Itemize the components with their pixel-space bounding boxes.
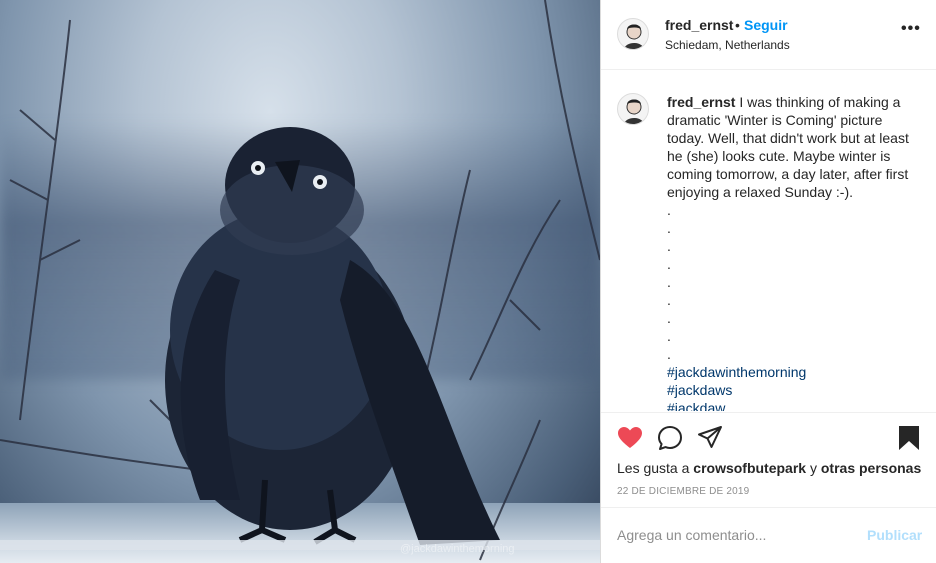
likes-connector: y bbox=[809, 460, 817, 476]
post-caption: fred_ernst I was thinking of making a dr… bbox=[667, 93, 917, 411]
paper-plane-icon[interactable] bbox=[697, 425, 723, 456]
caption-dot: . bbox=[667, 238, 671, 254]
post-date[interactable]: 22 DE DICIEMBRE DE 2019 bbox=[617, 486, 749, 497]
caption-dots: . . . . . . . . . bbox=[667, 201, 917, 363]
separator-dot: • bbox=[735, 17, 740, 33]
post-actions: Les gusta a crowsofbutepark y otras pers… bbox=[601, 412, 936, 507]
jackdaw-bird-illustration bbox=[0, 0, 600, 561]
hashtag-link[interactable]: #jackdawinthemorning bbox=[667, 363, 917, 381]
caption-dot: . bbox=[667, 346, 671, 362]
post-photo[interactable]: @jackdawinthemorning bbox=[0, 0, 600, 563]
add-comment-bar: Publicar bbox=[601, 507, 936, 563]
user-avatar-icon bbox=[624, 24, 644, 49]
photo-watermark: @jackdawinthemorning bbox=[400, 543, 515, 555]
post-author-username[interactable]: fred_ernst bbox=[665, 17, 733, 33]
comments-section[interactable]: fred_ernst I was thinking of making a dr… bbox=[601, 71, 936, 411]
caption-dot: . bbox=[667, 202, 671, 218]
more-options-icon[interactable]: ••• bbox=[901, 20, 921, 38]
user-avatar-icon bbox=[624, 99, 644, 124]
bookmark-filled-icon[interactable] bbox=[897, 425, 921, 456]
other-likers-link[interactable]: otras personas bbox=[821, 460, 921, 476]
avatar[interactable] bbox=[617, 93, 649, 125]
likes-prefix: Les gusta a bbox=[617, 460, 690, 476]
publish-button[interactable]: Publicar bbox=[867, 527, 922, 543]
follow-button[interactable]: Seguir bbox=[744, 17, 788, 33]
hashtag-link[interactable]: #jackdaw bbox=[667, 399, 917, 411]
avatar[interactable] bbox=[617, 18, 649, 50]
caption-dot: . bbox=[667, 328, 671, 344]
comment-icon[interactable] bbox=[657, 425, 683, 456]
hashtag-link[interactable]: #jackdaws bbox=[667, 381, 917, 399]
caption-dot: . bbox=[667, 310, 671, 326]
heart-filled-icon[interactable] bbox=[617, 426, 643, 455]
post-side-panel: fred_ernst • Seguir Schiedam, Netherland… bbox=[600, 0, 936, 563]
caption-dot: . bbox=[667, 292, 671, 308]
comment-input[interactable] bbox=[617, 526, 847, 544]
post-header: fred_ernst • Seguir Schiedam, Netherland… bbox=[601, 0, 936, 70]
caption-username[interactable]: fred_ernst bbox=[667, 94, 735, 110]
likes-summary: Les gusta a crowsofbutepark y otras pers… bbox=[617, 460, 921, 476]
post-location[interactable]: Schiedam, Netherlands bbox=[665, 38, 790, 52]
liked-by-user-link[interactable]: crowsofbutepark bbox=[693, 460, 806, 476]
caption-dot: . bbox=[667, 274, 671, 290]
caption-dot: . bbox=[667, 220, 671, 236]
caption-dot: . bbox=[667, 256, 671, 272]
